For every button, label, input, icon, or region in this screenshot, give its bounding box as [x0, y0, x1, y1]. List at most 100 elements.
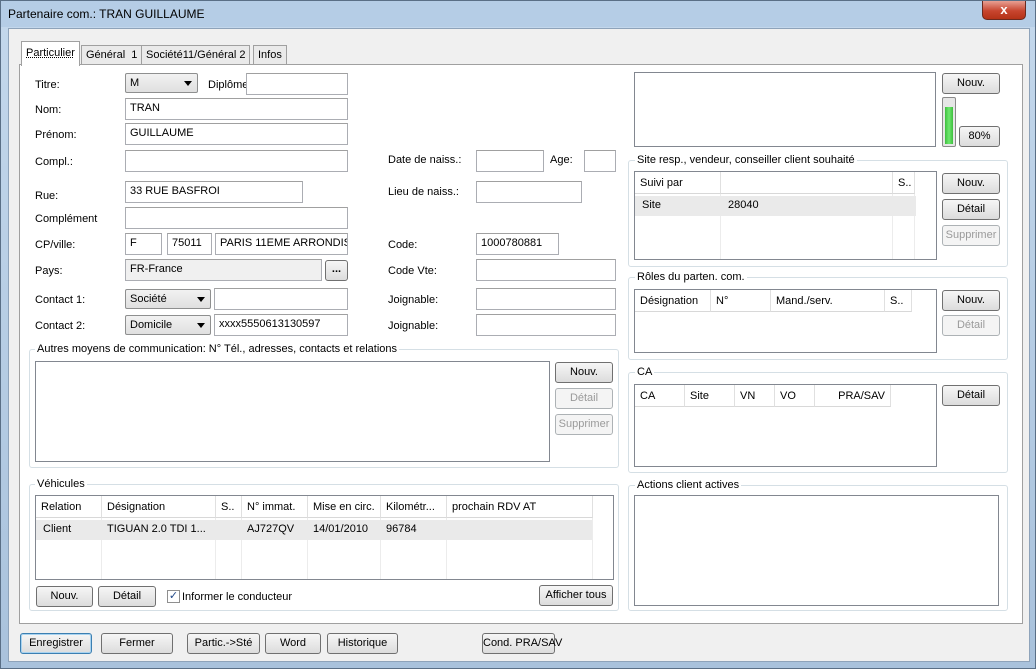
complement-input[interactable]: [125, 207, 348, 229]
tab-infos[interactable]: Infos: [253, 45, 287, 65]
tab-societe-general-2[interactable]: Société11/Général 2: [141, 45, 251, 65]
title-bar[interactable]: Partenaire com.: TRAN GUILLAUME x: [1, 1, 1035, 27]
progress-fill: [945, 107, 953, 144]
roles-nouv-button[interactable]: Nouv.: [942, 290, 1000, 311]
cp-prefix-input[interactable]: F: [125, 233, 162, 255]
age-input[interactable]: [584, 150, 616, 172]
vehicules-grid[interactable]: Relation Désignation S.. N° immat. Mise …: [35, 495, 614, 580]
col-header[interactable]: S..: [216, 496, 242, 518]
prenom-label: Prénom:: [35, 129, 77, 141]
comm-detail-button[interactable]: Détail: [555, 388, 613, 409]
word-button[interactable]: Word: [265, 633, 321, 654]
lieu-naiss-input[interactable]: [476, 181, 582, 203]
col-header[interactable]: Désignation: [102, 496, 216, 518]
contact2-input[interactable]: xxxx5550613130597: [214, 314, 348, 336]
diplome-label: Diplôme: [208, 79, 249, 91]
progress-percent-button[interactable]: 80%: [959, 126, 1000, 147]
col-header[interactable]: Désignation: [635, 290, 711, 312]
col-header[interactable]: Suivi par: [635, 172, 721, 194]
tab-label: Société11/Général 2: [146, 49, 246, 61]
ville-input[interactable]: PARIS 11EME ARRONDISS: [215, 233, 348, 255]
chevron-down-icon: [197, 323, 205, 328]
code-vte-input[interactable]: [476, 259, 616, 281]
enregistrer-button[interactable]: Enregistrer: [20, 633, 92, 654]
contact1-input[interactable]: [214, 288, 348, 310]
chevron-down-icon: [184, 81, 192, 86]
vehicules-group-title: Véhicules: [35, 478, 87, 490]
ca-title: CA: [635, 366, 655, 378]
informer-label: Informer le conducteur: [182, 591, 293, 603]
col-header[interactable]: CA: [635, 385, 685, 407]
col-header[interactable]: PRA/SAV: [815, 385, 891, 407]
joignable1-input[interactable]: [476, 288, 616, 310]
cond-pra-sav-button[interactable]: Cond. PRA/SAV: [482, 633, 562, 654]
comm-supprimer-button[interactable]: Supprimer: [555, 414, 613, 435]
top-nouv-button[interactable]: Nouv.: [942, 73, 1000, 94]
pays-browse-button[interactable]: ...: [325, 260, 348, 281]
vehicules-nouv-button[interactable]: Nouv.: [36, 586, 93, 607]
tab-label: Particulier: [26, 47, 75, 59]
comm-group-title: Autres moyens de communication: N° Tél.,…: [35, 343, 400, 355]
partic-ste-button[interactable]: Partic.->Sté: [187, 633, 260, 654]
close-button[interactable]: x: [982, 1, 1026, 20]
contact2-label: Contact 2:: [35, 320, 86, 332]
tab-particulier[interactable]: Particulier: [21, 41, 80, 66]
titre-select[interactable]: M: [125, 73, 198, 93]
notes-box[interactable]: [634, 72, 936, 147]
rue-input[interactable]: 33 RUE BASFROI: [125, 181, 303, 203]
pays-input[interactable]: FR-France: [125, 259, 322, 281]
actions-list[interactable]: [634, 495, 999, 606]
col-header[interactable]: Relation: [36, 496, 102, 518]
date-naiss-label: Date de naiss.:: [388, 154, 462, 166]
col-header[interactable]: prochain RDV AT: [447, 496, 593, 518]
vehicule-immat: AJ727QV: [247, 523, 295, 535]
prenom-input[interactable]: GUILLAUME: [125, 123, 348, 145]
vehicule-s: [216, 520, 242, 540]
col-header[interactable]: S..: [885, 290, 912, 312]
site-resp-nouv-button[interactable]: Nouv.: [942, 173, 1000, 194]
tab-label: Général 1: [86, 49, 138, 61]
compl-input[interactable]: [125, 150, 348, 172]
col-header[interactable]: Mand./serv.: [771, 290, 885, 312]
vehicule-rdv: [447, 520, 593, 540]
lieu-naiss-label: Lieu de naiss.:: [388, 186, 459, 198]
compl-label: Compl.:: [35, 156, 73, 168]
pays-label: Pays:: [35, 265, 63, 277]
contact2-type-select[interactable]: Domicile: [125, 315, 211, 335]
nom-input[interactable]: TRAN: [125, 98, 348, 120]
comm-nouv-button[interactable]: Nouv.: [555, 362, 613, 383]
contact1-type-select[interactable]: Société: [125, 289, 211, 309]
col-header[interactable]: Site: [685, 385, 735, 407]
code-label: Code:: [388, 239, 418, 251]
afficher-tous-button[interactable]: Afficher tous: [539, 585, 613, 606]
col-header[interactable]: [721, 172, 893, 194]
col-header[interactable]: N° immat.: [242, 496, 308, 518]
vehicule-relation: Client: [43, 523, 72, 535]
tab-general-1[interactable]: Général 1: [81, 45, 143, 65]
col-header[interactable]: VN: [735, 385, 775, 407]
col-header[interactable]: VO: [775, 385, 815, 407]
roles-detail-button[interactable]: Détail: [942, 315, 1000, 336]
vehicule-mise-en-circ: 14/01/2010: [313, 523, 369, 535]
window-title: Partenaire com.: TRAN GUILLAUME: [8, 7, 205, 21]
col-header[interactable]: N°: [711, 290, 771, 312]
joignable2-input[interactable]: [476, 314, 616, 336]
cp-input[interactable]: 75011: [167, 233, 212, 255]
comm-list[interactable]: [35, 361, 550, 462]
fermer-button[interactable]: Fermer: [101, 633, 173, 654]
roles-grid[interactable]: Désignation N° Mand./serv. S..: [634, 289, 937, 353]
site-resp-supprimer-button[interactable]: Supprimer: [942, 225, 1000, 246]
site-resp-grid[interactable]: Suivi par S.. Site 28040: [634, 171, 937, 260]
date-naiss-input[interactable]: [476, 150, 544, 172]
historique-button[interactable]: Historique: [327, 633, 398, 654]
ca-detail-button[interactable]: Détail: [942, 385, 1000, 406]
ca-grid[interactable]: CA Site VN VO PRA/SAV: [634, 384, 937, 467]
code-input[interactable]: 1000780881: [476, 233, 559, 255]
col-header[interactable]: Kilométr...: [381, 496, 447, 518]
vehicules-detail-button[interactable]: Détail: [98, 586, 156, 607]
informer-checkbox[interactable]: ✓: [167, 590, 180, 603]
col-header[interactable]: Mise en circ.: [308, 496, 381, 518]
diplome-input[interactable]: [246, 73, 348, 95]
site-resp-detail-button[interactable]: Détail: [942, 199, 1000, 220]
col-header[interactable]: S..: [893, 172, 915, 194]
